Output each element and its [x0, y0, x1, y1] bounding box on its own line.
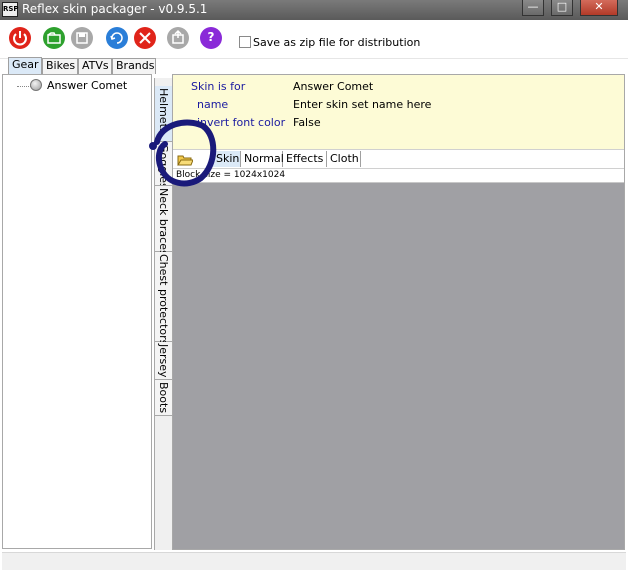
title-bar: RSP Reflex skin packager - v0.9.5.1 — □ … — [0, 0, 628, 20]
tab-neck-braces[interactable]: Neck braces — [155, 186, 172, 256]
save-icon — [76, 32, 88, 44]
tab-brands[interactable]: Brands — [112, 58, 156, 74]
power-icon — [13, 31, 27, 46]
tab-chest-protectors-label: Chest protectors — [157, 254, 170, 346]
open-button[interactable] — [43, 27, 65, 49]
tree-item[interactable]: Answer Comet — [47, 79, 127, 92]
gear-tree: Answer Comet — [2, 74, 152, 549]
zip-checkbox-label: Save as zip file for distribution — [253, 36, 421, 49]
delete-button[interactable] — [134, 27, 156, 49]
property-value[interactable]: False — [293, 116, 321, 129]
texture-tabs: Skin Normal Effects Cloth — [173, 149, 624, 169]
tab-jersey-label: Jersey — [157, 344, 170, 378]
window-title: Reflex skin packager - v0.9.5.1 — [22, 2, 208, 16]
tree-node-icon — [30, 79, 42, 91]
close-button[interactable]: ✕ — [580, 0, 618, 16]
tab-effects[interactable]: Effects — [283, 151, 327, 167]
maximize-button[interactable]: □ — [551, 0, 573, 16]
help-button[interactable]: ? — [200, 27, 222, 49]
property-key: name — [197, 98, 229, 111]
tab-neck-braces-label: Neck braces — [157, 188, 170, 256]
help-icon: ? — [207, 30, 215, 44]
property-row[interactable]: Skin is for Answer Comet — [173, 77, 624, 95]
tab-boots-label: Boots — [157, 382, 170, 414]
export-button[interactable] — [167, 27, 189, 49]
property-value[interactable]: Enter skin set name here — [293, 98, 431, 111]
block-size-bar: Block size = 1024x1024 — [173, 169, 624, 183]
tab-atvs[interactable]: ATVs — [78, 58, 112, 74]
toolbar: ? Save as zip file for distribution — [0, 20, 628, 59]
import-button[interactable] — [106, 27, 128, 49]
skin-editor-panel: Skin is for Answer Comet name Enter skin… — [172, 74, 625, 550]
status-bar — [2, 552, 626, 570]
tab-gear[interactable]: Gear — [8, 57, 42, 74]
property-row[interactable]: invert font color False — [173, 113, 624, 131]
import-icon — [110, 32, 123, 44]
zip-checkbox[interactable] — [239, 36, 251, 48]
property-grid: Skin is for Answer Comet name Enter skin… — [173, 75, 624, 149]
app-icon: RSP — [2, 2, 19, 17]
save-button[interactable] — [71, 27, 93, 49]
minimize-button[interactable]: — — [522, 0, 544, 16]
property-key: Skin is for — [191, 80, 246, 93]
power-button[interactable] — [9, 27, 31, 49]
tab-cloth[interactable]: Cloth — [327, 151, 361, 167]
delete-icon — [139, 32, 151, 44]
tab-chest-protectors[interactable]: Chest protectors — [155, 252, 172, 346]
property-row[interactable]: name Enter skin set name here — [173, 95, 624, 113]
tab-normal[interactable]: Normal — [241, 151, 284, 167]
tab-boots[interactable]: Boots — [155, 380, 172, 416]
annotation-circle — [149, 119, 217, 187]
export-icon — [172, 29, 184, 44]
property-value[interactable]: Answer Comet — [293, 80, 373, 93]
tab-bikes[interactable]: Bikes — [42, 58, 78, 74]
tree-connector — [17, 86, 31, 87]
open-folder-icon — [47, 32, 61, 44]
tab-jersey[interactable]: Jersey — [155, 342, 172, 380]
